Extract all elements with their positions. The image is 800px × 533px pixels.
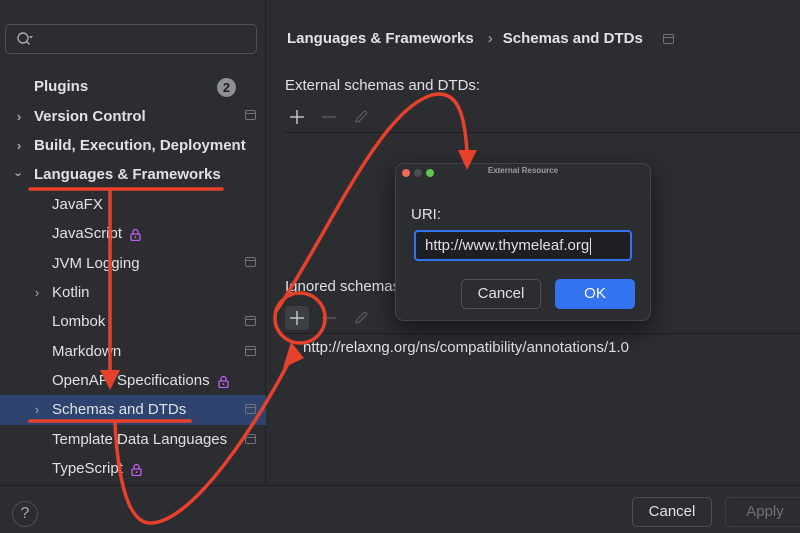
- sidebar-item-label: Build, Execution, Deployment: [34, 136, 246, 154]
- sidebar-item-label: Schemas and DTDs: [52, 401, 187, 419]
- text-caret: [590, 237, 592, 255]
- project-level-icon: [245, 110, 256, 121]
- breadcrumb: Languages & Frameworks › Schemas and DTD…: [287, 30, 674, 47]
- settings-apply-button[interactable]: Apply: [725, 497, 800, 527]
- ignored-schemas-toolbar: [285, 305, 373, 331]
- sidebar-item-label: Kotlin: [52, 283, 90, 301]
- add-external-button[interactable]: [285, 105, 309, 129]
- project-level-icon: [245, 433, 256, 444]
- sidebar-item-openapi-specifications[interactable]: OpenAPI Specifications: [0, 366, 266, 395]
- chevron-down-icon[interactable]: ›: [12, 169, 27, 181]
- sidebar-item-version-control[interactable]: › Version Control: [0, 101, 266, 130]
- external-schemas-label: External schemas and DTDs:: [285, 77, 481, 94]
- edit-external-button[interactable]: [349, 105, 373, 129]
- lock-icon: [131, 463, 142, 476]
- sidebar-item-schemas-and-dtds[interactable]: › Schemas and DTDs: [0, 395, 266, 425]
- sidebar-item-typescript[interactable]: TypeScript: [0, 454, 266, 483]
- project-level-icon: [245, 316, 256, 327]
- sidebar-item-template-data-languages[interactable]: Template Data Languages: [0, 425, 266, 454]
- dialog-ok-button[interactable]: OK: [555, 279, 635, 309]
- sidebar-item-label: Markdown: [52, 342, 122, 360]
- ignored-schemas-table[interactable]: http://relaxng.org/ns/compatibility/anno…: [283, 333, 800, 483]
- sidebar-item-label: TypeScript: [52, 460, 123, 478]
- sidebar-item-label: Lombok: [52, 313, 106, 331]
- uri-input[interactable]: http://www.thymeleaf.org: [414, 230, 632, 261]
- minus-icon: [322, 116, 336, 118]
- update-count-badge: 2: [217, 78, 236, 97]
- settings-search-input[interactable]: [5, 24, 257, 54]
- sidebar-item-label: Version Control: [34, 107, 146, 125]
- dialog-title: External Resource: [487, 166, 559, 175]
- project-level-icon: [245, 257, 256, 268]
- sidebar-item-lombok[interactable]: Lombok: [0, 307, 266, 336]
- settings-cancel-button[interactable]: Cancel: [632, 497, 712, 527]
- breadcrumb-current: Schemas and DTDs: [502, 30, 643, 47]
- sidebar-item-label: OpenAPI Specifications: [52, 372, 210, 390]
- sidebar-item-languages-frameworks[interactable]: › Languages & Frameworks: [0, 160, 266, 189]
- chevron-right-icon[interactable]: ›: [13, 109, 25, 124]
- edit-ignored-button[interactable]: [349, 306, 373, 330]
- pencil-icon: [355, 110, 368, 123]
- external-schemas-toolbar: [285, 104, 373, 130]
- project-level-icon: [245, 345, 256, 356]
- uri-value: http://www.thymeleaf.org: [425, 237, 590, 254]
- chevron-right-icon[interactable]: ›: [13, 138, 25, 153]
- lock-icon: [130, 228, 141, 241]
- ignored-schema-row[interactable]: http://relaxng.org/ns/compatibility/anno…: [303, 339, 629, 356]
- sidebar-item-label: Template Data Languages: [52, 430, 228, 448]
- sidebar-item-javafx[interactable]: JavaFX: [0, 190, 266, 219]
- settings-sidebar: Plugins 2 › Version Control › Build, Exe…: [0, 0, 266, 485]
- chevron-right-icon[interactable]: ›: [31, 402, 43, 417]
- search-icon[interactable]: [16, 31, 34, 47]
- plus-icon: [290, 110, 304, 124]
- sidebar-item-jvm-logging[interactable]: JVM Logging: [0, 248, 266, 277]
- dialog-cancel-button[interactable]: Cancel: [461, 279, 541, 309]
- sidebar-item-javascript[interactable]: JavaScript: [0, 219, 266, 248]
- remove-ignored-button[interactable]: [317, 306, 341, 330]
- minus-icon: [322, 317, 336, 319]
- settings-tree: Plugins 2 › Version Control › Build, Exe…: [0, 72, 266, 483]
- sidebar-item-label: JavaScript: [52, 225, 123, 243]
- uri-label: URI:: [411, 206, 441, 223]
- sidebar-item-plugins[interactable]: Plugins 2: [0, 72, 266, 101]
- help-button[interactable]: ?: [12, 501, 38, 527]
- project-level-icon: [245, 404, 256, 415]
- sidebar-item-label: JVM Logging: [52, 254, 140, 272]
- breadcrumb-separator: ›: [487, 30, 493, 47]
- sidebar-item-label: JavaFX: [52, 195, 103, 213]
- dialog-footer: ? Cancel Apply: [0, 485, 800, 533]
- breadcrumb-parent[interactable]: Languages & Frameworks: [287, 30, 474, 47]
- lock-icon: [217, 375, 229, 388]
- remove-external-button[interactable]: [317, 105, 341, 129]
- external-resource-dialog: External Resource URI: http://www.thymel…: [395, 163, 651, 321]
- sidebar-item-kotlin[interactable]: › Kotlin: [0, 278, 266, 307]
- chevron-right-icon[interactable]: ›: [31, 285, 43, 300]
- project-level-icon: [662, 33, 674, 44]
- plus-icon: [290, 311, 304, 325]
- pencil-icon: [355, 311, 368, 324]
- add-ignored-button[interactable]: [285, 306, 309, 330]
- sidebar-item-label: Plugins: [34, 78, 89, 96]
- sidebar-item-build-execution-deployment[interactable]: › Build, Execution, Deployment: [0, 131, 266, 160]
- sidebar-item-label: Languages & Frameworks: [34, 166, 221, 184]
- sidebar-item-markdown[interactable]: Markdown: [0, 337, 266, 366]
